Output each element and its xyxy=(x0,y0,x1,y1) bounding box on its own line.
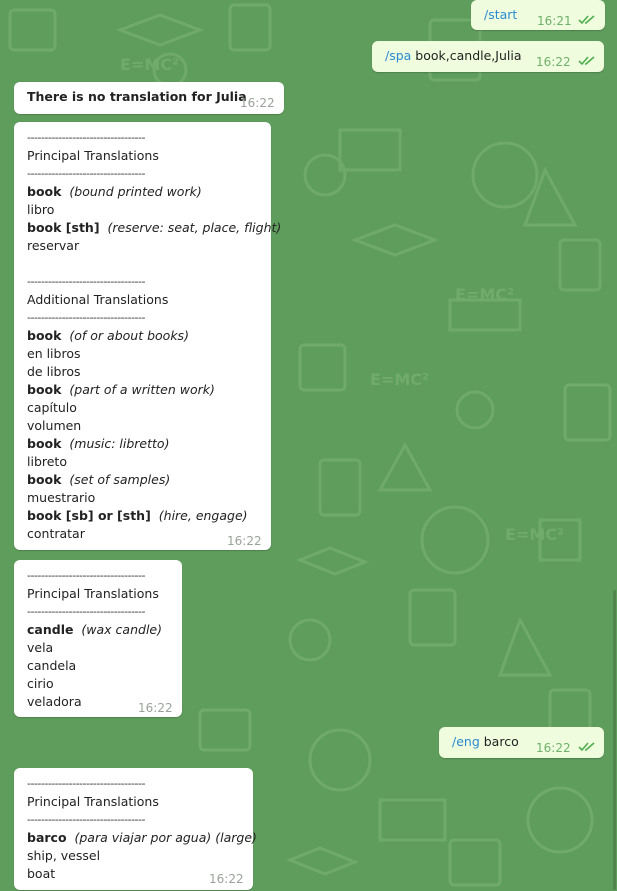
svg-text:E=MC²: E=MC² xyxy=(505,525,564,544)
translation-line: candela xyxy=(27,658,77,673)
translation-line: reservar xyxy=(27,238,80,253)
incoming-message-book[interactable]: ---------------------------------- Princ… xyxy=(14,122,281,550)
outgoing-message-start[interactable]: /start 16:21 xyxy=(471,0,605,30)
svg-text:E=MC²: E=MC² xyxy=(120,55,179,74)
translation-line: volumen xyxy=(27,418,82,433)
translation-body: ---------------------------------- Princ… xyxy=(27,775,257,883)
translation-body: ---------------------------------- Princ… xyxy=(27,567,162,711)
incoming-message-no-translation[interactable]: There is no translation for Julia 16:22 xyxy=(14,82,284,114)
translation-line: ship, vessel xyxy=(27,848,101,863)
outgoing-message-eng[interactable]: /eng barco 16:22 xyxy=(439,727,604,758)
separator: ---------------------------------- xyxy=(27,275,145,288)
section-heading: Principal Translations xyxy=(27,148,159,163)
incoming-message-candle[interactable]: ---------------------------------- Princ… xyxy=(14,560,182,717)
separator: ---------------------------------- xyxy=(27,813,145,826)
separator: ---------------------------------- xyxy=(27,167,145,180)
translation-line: vela xyxy=(27,640,54,655)
double-check-icon xyxy=(578,56,595,66)
outgoing-message-spa[interactable]: /spa book,candle,Julia 16:22 xyxy=(372,41,604,72)
entry-line: book (of or about books) xyxy=(27,328,189,343)
message-time: 16:22 xyxy=(209,872,244,886)
translation-line: en libros xyxy=(27,346,81,361)
separator: ---------------------------------- xyxy=(27,131,145,144)
section-heading: Additional Translations xyxy=(27,292,169,307)
section-heading: Principal Translations xyxy=(27,794,159,809)
entry-line: book (music: libretto) xyxy=(27,436,170,451)
message-time: 16:21 xyxy=(537,14,572,28)
translation-line: cirio xyxy=(27,676,54,691)
message-text: /eng barco xyxy=(452,734,519,749)
command-link[interactable]: /eng xyxy=(452,734,480,749)
translation-line: libreto xyxy=(27,454,67,469)
message-text: There is no translation for Julia xyxy=(27,89,247,104)
scrollbar[interactable] xyxy=(613,590,616,890)
entry-line: book [sth] (reserve: seat, place, flight… xyxy=(27,220,282,235)
separator: ---------------------------------- xyxy=(27,569,145,582)
separator: ---------------------------------- xyxy=(27,777,145,790)
entry-line: candle (wax candle) xyxy=(27,622,162,637)
entry-line: book (set of samples) xyxy=(27,472,171,487)
svg-text:E=MC²: E=MC² xyxy=(370,370,429,389)
section-heading: Principal Translations xyxy=(27,586,159,601)
message-time: 16:22 xyxy=(240,96,275,110)
translation-line: capítulo xyxy=(27,400,77,415)
incoming-message-barco[interactable]: ---------------------------------- Princ… xyxy=(14,768,257,890)
command-link[interactable]: /start xyxy=(484,6,517,24)
entry-line: book (bound printed work) xyxy=(27,184,202,199)
command-link[interactable]: /spa xyxy=(385,48,411,63)
double-check-icon xyxy=(578,742,595,752)
message-time: 16:22 xyxy=(138,701,173,715)
message-time: 16:22 xyxy=(536,55,571,69)
message-text: /spa book,candle,Julia xyxy=(385,48,522,63)
entry-line: book (part of a written work) xyxy=(27,382,215,397)
message-time: 16:22 xyxy=(227,534,262,548)
translation-body: ---------------------------------- Princ… xyxy=(27,129,281,543)
translation-line: libro xyxy=(27,202,55,217)
entry-line: barco (para viajar por agua) (large) xyxy=(27,830,257,845)
translation-line: de libros xyxy=(27,364,81,379)
translation-line: muestrario xyxy=(27,490,96,505)
message-time: 16:22 xyxy=(536,741,571,755)
separator: ---------------------------------- xyxy=(27,311,145,324)
separator: ---------------------------------- xyxy=(27,605,145,618)
double-check-icon xyxy=(578,15,595,25)
svg-text:E=MC²: E=MC² xyxy=(455,285,514,304)
entry-line: book [sb] or [sth] (hire, engage) xyxy=(27,508,248,523)
